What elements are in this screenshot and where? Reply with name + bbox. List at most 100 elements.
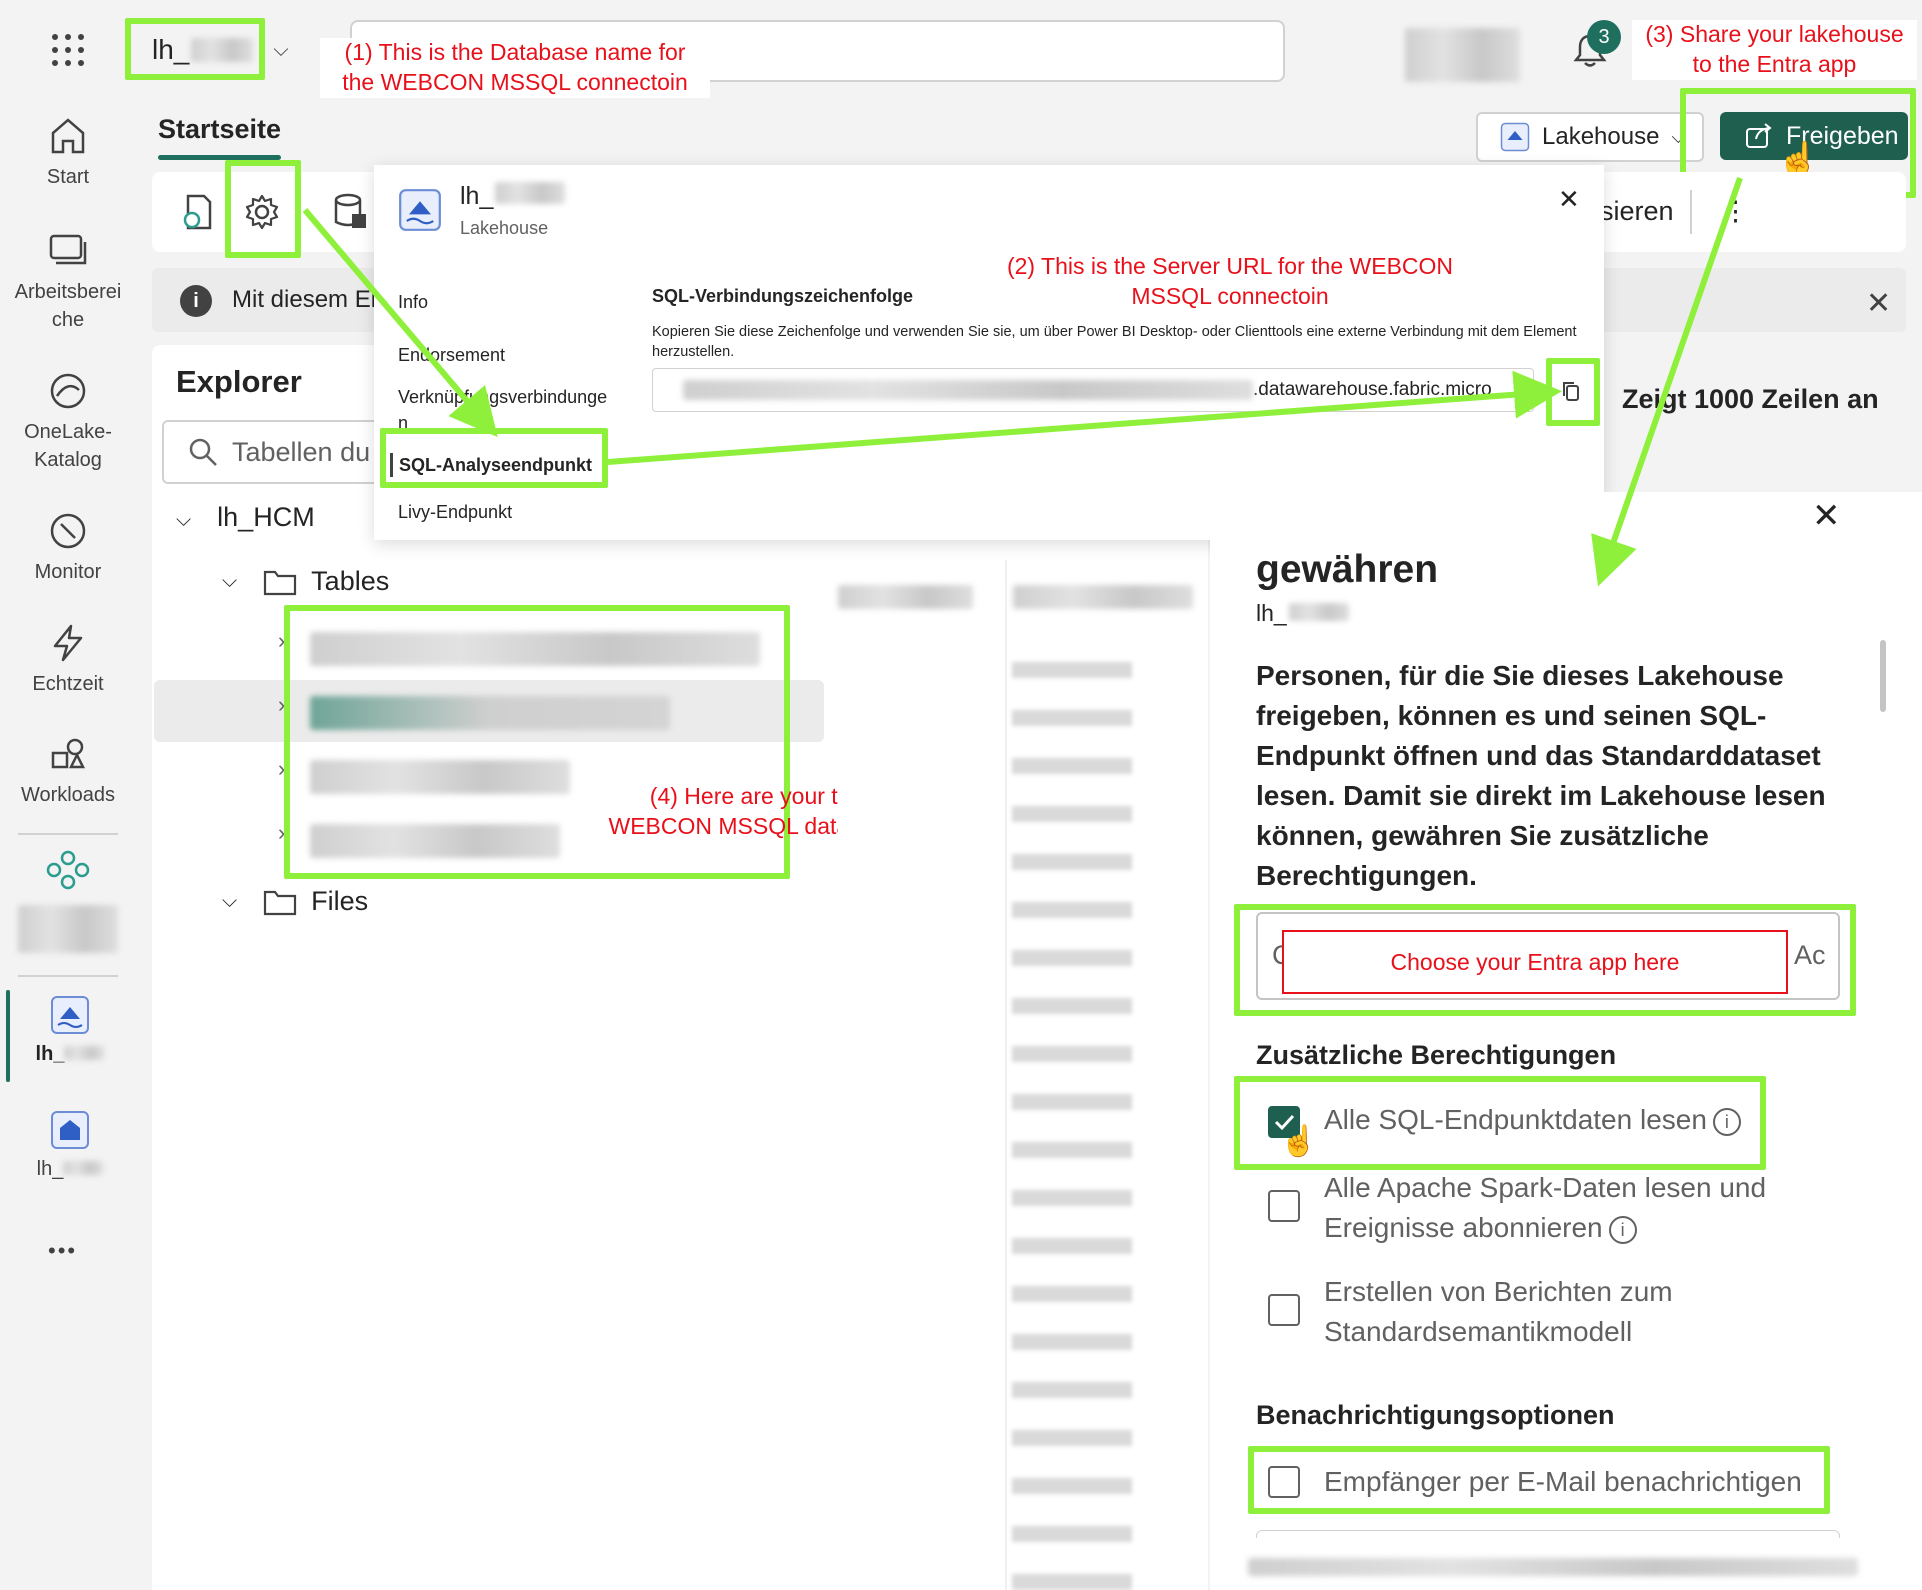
close-icon[interactable]: ✕ bbox=[1866, 286, 1891, 321]
nav-item-workspaces[interactable]: Arbeitsbereiche bbox=[0, 230, 136, 334]
rail-divider-2 bbox=[18, 975, 118, 977]
settings-menu-info[interactable]: Info bbox=[398, 292, 428, 313]
dialog-close-icon[interactable]: ✕ bbox=[1558, 184, 1580, 215]
info-icon: i bbox=[1712, 1107, 1741, 1136]
monitor-icon bbox=[50, 513, 86, 549]
settings-menu-endorsement[interactable]: Endorsement bbox=[398, 345, 505, 366]
onelake-icon bbox=[50, 373, 86, 409]
tree-root[interactable]: ⌵ lh_HCM bbox=[176, 502, 315, 533]
notify-email-label: Empfänger per E-Mail benachrichtigen bbox=[1324, 1466, 1802, 1497]
perm-spark-label: Alle Apache Spark-Daten lesen und Ereign… bbox=[1324, 1172, 1767, 1244]
info-icon: i bbox=[1608, 1215, 1637, 1244]
explorer-title: Explorer bbox=[176, 364, 302, 399]
share-description: Personen, für die Sie dieses Lakehouse f… bbox=[1256, 660, 1826, 891]
workspaces-icon bbox=[49, 234, 87, 265]
refresh-icon[interactable] bbox=[178, 192, 218, 232]
table-row[interactable]: › bbox=[278, 628, 285, 654]
workloads-icon bbox=[51, 738, 86, 769]
workspace-name-blurred bbox=[18, 905, 118, 953]
perm-reports-label: Erstellen von Berichten zum Standardsema… bbox=[1324, 1276, 1673, 1347]
nav-item-workloads[interactable]: Workloads bbox=[0, 733, 136, 809]
sql-section-title: SQL-Verbindungszeichenfolge bbox=[652, 286, 914, 306]
info-bar-text: Mit diesem El bbox=[232, 286, 377, 313]
share-subtitle: lh_ bbox=[1256, 600, 1349, 627]
notify-email-checkbox[interactable] bbox=[1268, 1466, 1300, 1498]
info-icon: i bbox=[180, 285, 212, 317]
nav-item-realtime[interactable]: Echtzeit bbox=[0, 622, 136, 698]
folder-icon bbox=[264, 570, 297, 595]
lakehouse-icon bbox=[51, 996, 89, 1034]
chevron-down-icon: ⌵ bbox=[1671, 126, 1686, 147]
chevron-down-icon: ⌵ bbox=[273, 38, 289, 61]
workspace-icon[interactable] bbox=[44, 848, 92, 896]
grid-column-cells bbox=[1012, 650, 1132, 1590]
sql-connection-string-field[interactable]: .datawarehouse.fabric.micro bbox=[652, 368, 1534, 412]
database-icon[interactable] bbox=[330, 192, 370, 232]
lakehouse-icon bbox=[1500, 122, 1530, 152]
lakehouse-1-label: lh_ bbox=[35, 1043, 65, 1065]
toolbar-partial-label[interactable]: sieren bbox=[1600, 196, 1674, 227]
database-name-selector[interactable]: lh_ ⌵ bbox=[130, 22, 290, 78]
toolbar-separator bbox=[1690, 190, 1692, 234]
search-icon bbox=[189, 438, 217, 466]
app-launcher-icon[interactable] bbox=[50, 32, 86, 68]
perm-spark-checkbox[interactable] bbox=[1268, 1190, 1300, 1222]
notification-options-title: Benachrichtigungsoptionen bbox=[1256, 1400, 1615, 1430]
database-name-text: lh_ bbox=[152, 34, 190, 65]
perm-sql-label: Alle SQL-Endpunktdaten lesen i bbox=[1324, 1100, 1741, 1140]
nav-item-monitor[interactable]: Monitor bbox=[0, 510, 136, 586]
gear-icon bbox=[245, 194, 279, 230]
copy-icon[interactable] bbox=[1560, 380, 1584, 404]
settings-menu-shortcut-connections[interactable]: Verknüpfungsverbindungen bbox=[398, 384, 613, 436]
tree-files[interactable]: ⌵ Files bbox=[222, 886, 368, 917]
grid-column-separator bbox=[1005, 560, 1007, 1590]
cursor-hand-icon: ☝ bbox=[1280, 1125, 1318, 1158]
folder-icon bbox=[264, 890, 297, 915]
table-row[interactable]: › bbox=[278, 820, 285, 846]
table-name-blurred bbox=[310, 632, 760, 666]
more-icon[interactable]: ••• bbox=[48, 1238, 77, 1264]
chevron-down-icon: ⌵ bbox=[222, 890, 238, 912]
table-row[interactable]: › bbox=[278, 692, 285, 718]
active-indicator bbox=[6, 990, 10, 1082]
table-row[interactable]: › bbox=[278, 756, 285, 782]
tab-startseite[interactable]: Startseite bbox=[158, 114, 282, 160]
footer-blurred bbox=[1248, 1558, 1858, 1576]
warehouse-icon bbox=[51, 1111, 89, 1149]
sql-section-description: Kopieren Sie diese Zeichenfolge und verw… bbox=[652, 324, 1577, 360]
annotation-1: (1) This is the Database name for the WE… bbox=[320, 38, 710, 98]
lightning-icon bbox=[53, 624, 83, 662]
entra-annotation-box: Choose your Entra app here bbox=[1282, 930, 1788, 994]
settings-lakehouse-icon bbox=[398, 188, 442, 232]
additional-permissions-title: Zusätzliche Berechtigungen bbox=[1256, 1040, 1617, 1070]
rows-info-text: Zeigt 1000 Zeilen an bbox=[1622, 384, 1879, 414]
chevron-down-icon: ⌵ bbox=[222, 570, 238, 592]
chevron-down-icon: ⌵ bbox=[176, 509, 192, 531]
tree-tables[interactable]: ⌵ Tables bbox=[222, 566, 389, 597]
lakehouse-2-label: lh_ bbox=[36, 1158, 64, 1180]
notification-badge: 3 bbox=[1587, 20, 1621, 54]
nav-item-lakehouse-1[interactable]: lh_ bbox=[30, 995, 110, 1066]
nav-item-onelake-catalog[interactable]: OneLake-Katalog bbox=[0, 370, 136, 474]
rail-divider bbox=[18, 833, 118, 835]
share-panel-bottom-divider bbox=[1256, 1530, 1840, 1538]
nav-item-lakehouse-2[interactable]: lh_ bbox=[30, 1110, 110, 1181]
share-icon bbox=[1746, 123, 1772, 148]
perm-reports-checkbox[interactable] bbox=[1268, 1294, 1300, 1326]
more-options-icon[interactable]: ⋮ bbox=[1722, 196, 1749, 227]
settings-gear-button[interactable] bbox=[242, 192, 286, 236]
settings-menu-livy-endpoint[interactable]: Livy-Endpunkt bbox=[398, 502, 512, 523]
table-name-blurred bbox=[310, 824, 560, 858]
share-title: gewähren bbox=[1256, 548, 1439, 591]
home-icon bbox=[51, 118, 85, 154]
lakehouse-switch-button[interactable]: Lakehouse ⌵ bbox=[1476, 112, 1704, 162]
settings-item-type: Lakehouse bbox=[460, 218, 549, 238]
annotation-3: (3) Share your lakehouse to the Entra ap… bbox=[1632, 20, 1917, 80]
user-info-blurred bbox=[1405, 28, 1520, 82]
database-name-blurred bbox=[191, 38, 254, 62]
share-close-icon[interactable]: ✕ bbox=[1812, 496, 1841, 536]
nav-item-start[interactable]: Start bbox=[0, 115, 136, 191]
settings-menu-sql-endpoint[interactable]: SQL-Analyseendpunkt bbox=[390, 448, 598, 482]
scrollbar-thumb[interactable] bbox=[1880, 640, 1886, 712]
settings-item-name: lh_ bbox=[460, 182, 566, 211]
